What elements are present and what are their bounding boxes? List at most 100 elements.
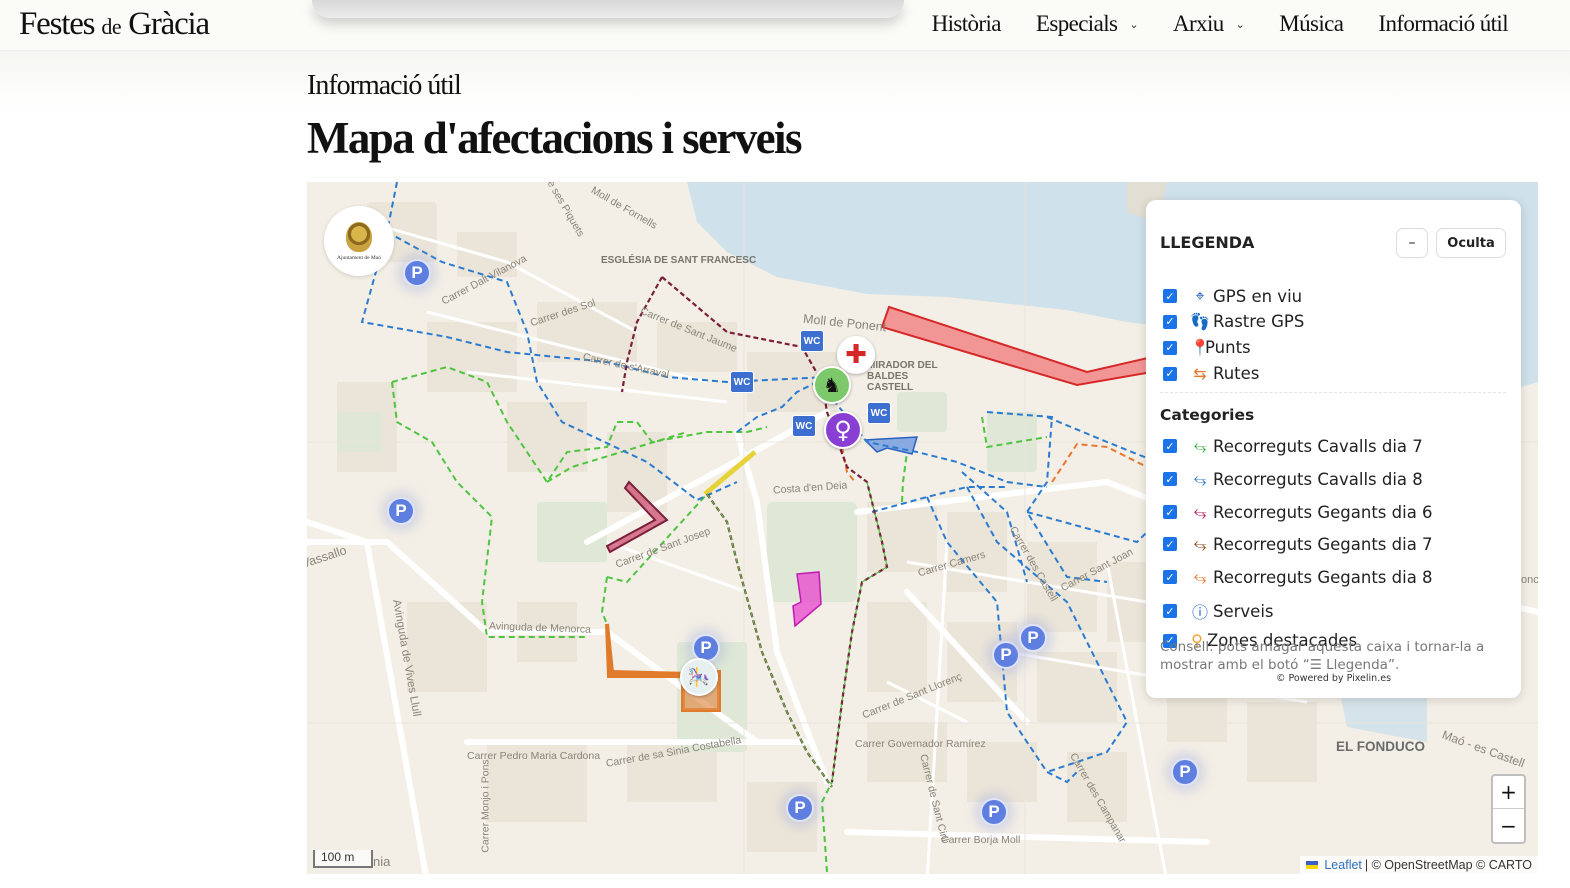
parking-icon: P [700, 638, 712, 657]
ukraine-flag-icon [1306, 861, 1319, 869]
category-gegants-dia-7[interactable]: ✓ ⥃ Recorreguts Gegants dia 7 [1163, 534, 1433, 554]
category-label: Recorreguts Cavalls dia 7 [1213, 436, 1423, 456]
chevron-down-icon: ⌄ [1235, 17, 1245, 31]
church-label: ESGLÉSIA DE SANT FRANCESC [601, 255, 757, 266]
horse-marker[interactable]: ♞ [813, 366, 851, 404]
footprints-icon: 👣 [1190, 312, 1210, 331]
nav-item-musica[interactable]: Música [1279, 11, 1344, 37]
brand-main: Festes [19, 6, 96, 42]
female-symbol-icon: ♀ [834, 416, 852, 444]
coat-of-arms-icon [346, 221, 372, 252]
parking-icon: P [1000, 645, 1012, 664]
site-logo[interactable]: Festes de Gràcia [19, 6, 210, 43]
wc-marker[interactable]: WC [730, 371, 754, 393]
checkbox[interactable]: ✓ [1163, 439, 1177, 453]
category-label: Recorreguts Cavalls dia 8 [1213, 469, 1423, 489]
layer-label: Rastre GPS [1213, 312, 1305, 331]
layer-gps-en-viu[interactable]: ✓ ⌖ GPS en viu [1163, 286, 1302, 306]
leaflet-link[interactable]: Leaflet [1324, 858, 1362, 872]
map-container[interactable]: ESGLÉSIA DE SANT FRANCESC Moll de Ponent… [307, 182, 1538, 874]
legend-hide-button[interactable]: Oculta [1436, 228, 1506, 258]
route-icon: ⥃ [1193, 502, 1207, 521]
category-cavalls-dia-7[interactable]: ✓ ⥃ Recorreguts Cavalls dia 7 [1163, 436, 1423, 456]
mirador-label: MIRADOR DEL BALDES CASTELL [867, 360, 938, 393]
layer-rastre-gps[interactable]: ✓ 👣 Rastre GPS [1163, 312, 1304, 331]
nav-label: Arxiu [1172, 11, 1224, 36]
checkbox[interactable]: ✓ [1163, 505, 1177, 519]
zoom-control: + − [1491, 774, 1526, 844]
carousel-icon: 🎠 [687, 666, 711, 688]
ajuntament-logo: Ajuntament de Maó [324, 206, 394, 276]
wc-marker[interactable]: WC [867, 402, 891, 424]
nav-item-historia[interactable]: Història [932, 11, 1002, 37]
category-serveis[interactable]: ✓ ⓘ Serveis [1163, 599, 1274, 623]
wc-marker[interactable]: WC [800, 330, 824, 352]
layer-punts[interactable]: ✓ 📍 Punts [1163, 338, 1251, 357]
women-point-marker[interactable]: ♀ [824, 411, 862, 449]
category-label: Recorreguts Gegants dia 8 [1213, 567, 1433, 587]
main-nav: Història Especials ⌄ Arxiu ⌄ Música Inform… [897, 11, 1509, 37]
chevron-down-icon: ⌄ [1129, 17, 1138, 31]
parking-marker[interactable]: P [403, 259, 431, 287]
nav-label: Música [1279, 11, 1344, 36]
category-gegants-dia-8[interactable]: ✓ ⥃ Recorreguts Gegants dia 8 [1163, 567, 1433, 587]
legend-minimize-button[interactable]: – [1396, 228, 1428, 258]
legend-divider [1160, 392, 1506, 393]
nav-item-informacio-util[interactable]: Informació útil [1378, 11, 1508, 37]
category-label: Recorreguts Gegants dia 7 [1213, 534, 1433, 554]
route-icon: ⥃ [1193, 436, 1207, 455]
info-icon: ⓘ [1191, 603, 1208, 622]
nav-item-especials[interactable]: Especials ⌄ [1036, 11, 1139, 37]
powered-by[interactable]: © Powered by Pixelin.es [1146, 673, 1521, 684]
street-label-borja-moll: Carrer Borja Moll [941, 834, 1021, 846]
scale-bar: 100 m [313, 850, 373, 868]
wc-icon: WC [803, 335, 821, 347]
street-label-governador-ramirez: Carrer Governador Ramírez [855, 738, 986, 750]
layer-label: GPS en viu [1213, 286, 1303, 306]
parking-marker[interactable]: P [1171, 758, 1199, 786]
medical-cross-icon: ✚ [845, 340, 867, 370]
map-attribution: Leaflet | © OpenStreetMap © CARTO [1300, 856, 1538, 874]
legend-tip: Consell: pots amagar aquesta caixa i tor… [1160, 639, 1485, 673]
wc-icon: WC [733, 376, 751, 388]
layer-rutes[interactable]: ✓ ⇆ Rutes [1163, 364, 1259, 383]
parking-marker[interactable]: P [1019, 624, 1047, 652]
category-gegants-dia-6[interactable]: ✓ ⥃ Recorreguts Gegants dia 6 [1163, 502, 1433, 522]
route-icon: ⥃ [1193, 534, 1207, 553]
category-cavalls-dia-8[interactable]: ✓ ⥃ Recorreguts Cavalls dia 8 [1163, 469, 1423, 489]
brand-end: Gràcia [128, 6, 210, 42]
checkbox[interactable]: ✓ [1163, 366, 1177, 381]
checkbox[interactable]: ✓ [1163, 604, 1177, 618]
layer-label: Punts [1205, 338, 1251, 357]
checkbox[interactable]: ✓ [1163, 340, 1177, 355]
nav-item-arxiu[interactable]: Arxiu ⌄ [1172, 11, 1245, 37]
legend-panel: LLEGENDA – Oculta ✓ ⌖ GPS en viu ✓ 👣 Ras… [1146, 200, 1521, 698]
nav-label: Informació útil [1378, 11, 1508, 36]
signpost-icon: ⇆ [1193, 364, 1207, 383]
zoom-in-button[interactable]: + [1493, 776, 1524, 809]
parking-marker[interactable]: P [980, 798, 1008, 826]
wc-icon: WC [795, 420, 813, 432]
district-label-el-fonduco: EL FONDUCO [1336, 739, 1426, 754]
wc-marker[interactable]: WC [792, 415, 816, 437]
page-title: Mapa d'afectacions i serveis [307, 113, 802, 163]
layer-label: Rutes [1213, 364, 1260, 383]
category-label: Recorreguts Gegants dia 6 [1213, 502, 1433, 522]
parking-marker[interactable]: P [387, 497, 415, 525]
parking-marker[interactable]: P [992, 641, 1020, 669]
attribution-text[interactable]: | © OpenStreetMap © CARTO [1365, 858, 1532, 872]
checkbox[interactable]: ✓ [1163, 537, 1177, 551]
categories-title: Categories [1160, 406, 1255, 424]
zoom-out-button[interactable]: − [1493, 809, 1524, 842]
checkbox[interactable]: ✓ [1163, 289, 1177, 303]
street-label-fragment-right: onc [1521, 574, 1538, 586]
checkbox[interactable]: ✓ [1163, 314, 1177, 329]
parking-marker[interactable]: P [786, 794, 814, 822]
checkbox[interactable]: ✓ [1163, 570, 1177, 584]
carousel-marker[interactable]: 🎠 [680, 658, 718, 696]
parking-icon: P [794, 798, 806, 817]
breadcrumb[interactable]: Informació útil [307, 70, 462, 102]
horse-icon: ♞ [823, 373, 841, 397]
checkbox[interactable]: ✓ [1163, 472, 1177, 486]
parking-icon: P [988, 802, 1000, 821]
